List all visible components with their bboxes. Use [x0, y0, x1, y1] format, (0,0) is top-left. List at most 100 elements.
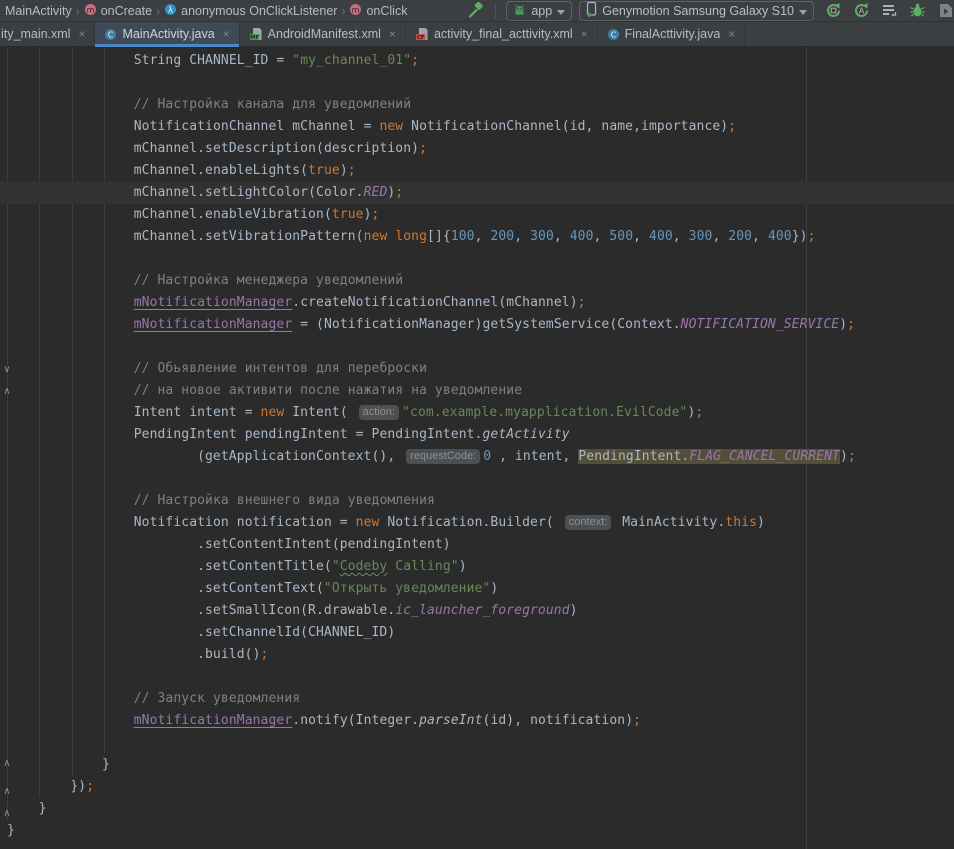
code-line[interactable]: }: [0, 798, 954, 820]
svg-text:MF: MF: [250, 35, 259, 41]
tab-label: ity_main.xml: [1, 27, 70, 41]
breadcrumb-separator: ›: [339, 4, 347, 18]
tab-activity-final-acttivity-xml[interactable]: CF activity_final_acttivity.xml ×: [406, 22, 598, 46]
code-line[interactable]: mChannel.setLightColor(Color.RED);: [0, 182, 954, 204]
fold-marker-icon[interactable]: ∧: [1, 752, 13, 774]
tab-label: activity_final_acttivity.xml: [434, 27, 573, 41]
breadcrumb-label: MainActivity: [5, 4, 72, 18]
code-line[interactable]: .setContentIntent(pendingIntent): [0, 534, 954, 556]
code-line[interactable]: });: [0, 776, 954, 798]
fold-marker-icon[interactable]: ∧: [1, 780, 13, 802]
tab-label: MainActivity.java: [122, 27, 214, 41]
close-icon[interactable]: ×: [728, 28, 735, 40]
java-class-icon: C: [607, 28, 620, 41]
editor-tab-bar: ity_main.xml × C MainActivity.java × MF Androi…: [0, 22, 954, 47]
parameter-hint: context:: [565, 515, 612, 530]
breadcrumb-item-oncreate[interactable]: m onCreate: [82, 3, 154, 19]
apply-changes-icon[interactable]: [825, 1, 842, 21]
manifest-file-icon: MF: [249, 27, 263, 41]
breadcrumb-label: onCreate: [101, 4, 152, 18]
svg-text:A: A: [859, 7, 865, 16]
close-icon[interactable]: ×: [223, 28, 230, 40]
parameter-hint: action:: [359, 405, 399, 420]
code-line[interactable]: // Настройка канала для уведомлений: [0, 94, 954, 116]
fold-marker-icon[interactable]: ∧: [1, 380, 13, 402]
svg-text:CF: CF: [417, 35, 425, 41]
code-line[interactable]: // на новое активити после нажатия на ув…: [0, 380, 954, 402]
run-configuration-select[interactable]: app: [506, 1, 572, 21]
code-line[interactable]: (getApplicationContext(), requestCode:0 …: [0, 446, 954, 468]
toolbar-right-group: app Genymotion Samsung Galaxy S10 A: [465, 1, 954, 21]
code-line[interactable]: .setSmallIcon(R.drawable.ic_launcher_for…: [0, 600, 954, 622]
svg-text:m: m: [352, 5, 360, 14]
code-line[interactable]: }: [0, 820, 954, 842]
svg-text:λ: λ: [168, 5, 173, 15]
code-line[interactable]: mChannel.enableLights(true);: [0, 160, 954, 182]
code-line[interactable]: Notification notification = new Notifica…: [0, 512, 954, 534]
code-line[interactable]: mChannel.setDescription(description);: [0, 138, 954, 160]
code-line[interactable]: mNotificationManager.createNotificationC…: [0, 292, 954, 314]
toolbar-action-icons: A: [825, 1, 954, 21]
code-line[interactable]: // Обьявление интентов для переброски: [0, 358, 954, 380]
code-line[interactable]: String CHANNEL_ID = "my_channel_01";: [0, 50, 954, 72]
apply-code-changes-icon[interactable]: A: [853, 1, 870, 21]
code-line[interactable]: [0, 72, 954, 94]
breadcrumb-item-onclick[interactable]: m onClick: [347, 3, 409, 19]
code-line[interactable]: [0, 336, 954, 358]
code-line[interactable]: mNotificationManager.notify(Integer.pars…: [0, 710, 954, 732]
breadcrumb-separator: ›: [154, 4, 162, 18]
tab-finalacttivity-java[interactable]: C FinalActtivity.java ×: [598, 22, 746, 46]
code-line[interactable]: }: [0, 754, 954, 776]
fold-marker-icon[interactable]: ∨: [1, 358, 13, 380]
breadcrumb-item-anonymous-onclicklistener[interactable]: λ anonymous OnClickListener: [162, 3, 339, 19]
device-selector[interactable]: Genymotion Samsung Galaxy S10: [579, 1, 814, 21]
tab-label: FinalActtivity.java: [625, 27, 721, 41]
anonymous-class-icon: λ: [164, 3, 177, 19]
close-icon[interactable]: ×: [78, 28, 85, 40]
breadcrumb-item-mainactivity[interactable]: MainActivity: [3, 4, 74, 18]
code-line[interactable]: [0, 732, 954, 754]
code-line[interactable]: // Настройка внешнего вида уведомления: [0, 490, 954, 512]
tab-androidmanifest-xml[interactable]: MF AndroidManifest.xml ×: [240, 22, 406, 46]
code-line[interactable]: NotificationChannel mChannel = new Notif…: [0, 116, 954, 138]
run-configuration-label: app: [531, 4, 552, 18]
chevron-down-icon: [557, 4, 565, 18]
run-tasks-icon[interactable]: [881, 1, 898, 21]
code-line[interactable]: .setContentText("Открыть уведомление"): [0, 578, 954, 600]
code-line[interactable]: .setChannelId(CHANNEL_ID): [0, 622, 954, 644]
code-line[interactable]: // Запуск уведомления: [0, 688, 954, 710]
code-line[interactable]: [0, 248, 954, 270]
code-line[interactable]: mNotificationManager = (NotificationMana…: [0, 314, 954, 336]
svg-text:m: m: [86, 5, 94, 14]
tab-label: AndroidManifest.xml: [268, 27, 381, 41]
code-line[interactable]: [0, 468, 954, 490]
breadcrumb: MainActivity›monCreate›λanonymous OnClic…: [0, 3, 409, 19]
close-icon[interactable]: ×: [389, 28, 396, 40]
debug-icon[interactable]: [909, 1, 926, 21]
breadcrumb-label: anonymous OnClickListener: [181, 4, 337, 18]
code-line[interactable]: mChannel.enableVibration(true);: [0, 204, 954, 226]
tab-mainactivity-java[interactable]: C MainActivity.java ×: [95, 22, 239, 46]
svg-text:C: C: [108, 30, 114, 39]
main-toolbar: MainActivity›monCreate›λanonymous OnClic…: [0, 0, 954, 22]
svg-text:C: C: [610, 30, 616, 39]
profile-icon[interactable]: [937, 1, 954, 21]
code-editor[interactable]: String CHANNEL_ID = "my_channel_01"; // Н…: [0, 47, 954, 849]
close-icon[interactable]: ×: [581, 28, 588, 40]
code-line[interactable]: [0, 666, 954, 688]
code-line[interactable]: Intent intent = new Intent( action:"com.…: [0, 402, 954, 424]
fold-marker-icon[interactable]: ∧: [1, 802, 13, 824]
code-line[interactable]: .setContentTitle("Codeby Calling"): [0, 556, 954, 578]
method-icon: m: [84, 3, 97, 19]
parameter-hint: requestCode:: [406, 449, 480, 464]
code-line[interactable]: // Настройка менеджера уведомлений: [0, 270, 954, 292]
android-icon: [513, 3, 526, 19]
tab-ity-main-xml[interactable]: ity_main.xml ×: [0, 22, 95, 46]
chevron-down-icon: [799, 4, 807, 18]
breadcrumb-label: onClick: [366, 4, 407, 18]
code-line[interactable]: PendingIntent pendingIntent = PendingInt…: [0, 424, 954, 446]
code-line[interactable]: .build();: [0, 644, 954, 666]
layout-xml-file-icon: CF: [415, 27, 429, 41]
code-line[interactable]: mChannel.setVibrationPattern(new long[]{…: [0, 226, 954, 248]
build-hammer-icon[interactable]: [465, 1, 485, 21]
